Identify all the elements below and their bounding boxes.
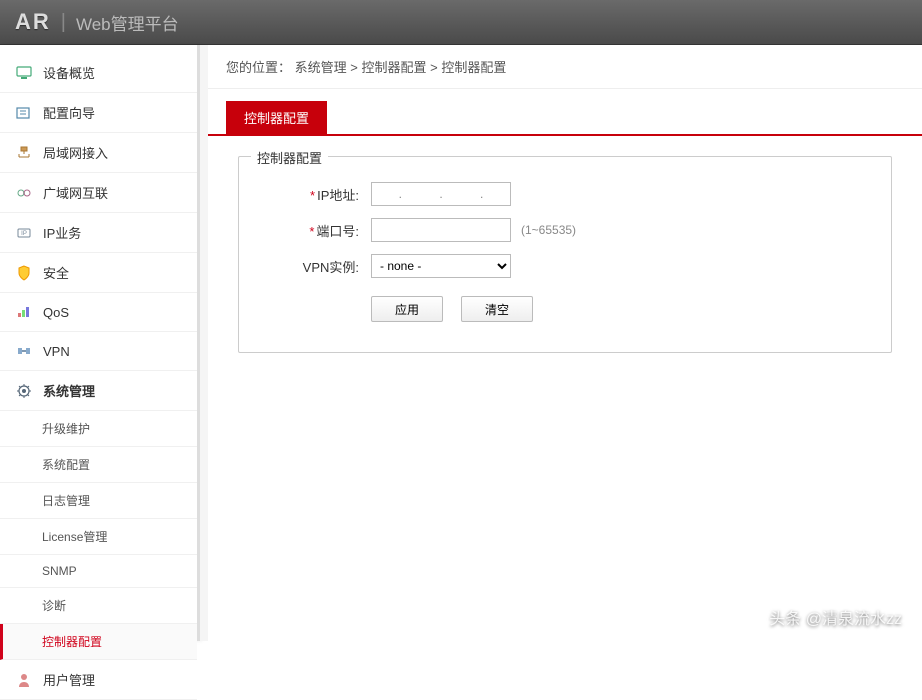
apply-button[interactable]: 应用 (371, 296, 443, 322)
watermark: 头条 @清泉流水zz (769, 605, 902, 629)
breadcrumb-link[interactable]: 控制器配置 (362, 60, 427, 75)
sidebar-item-label: 系统管理 (43, 381, 95, 400)
sidebar-item-label: 设备概览 (43, 63, 95, 82)
device-icon (15, 64, 33, 82)
wan-icon (15, 184, 33, 202)
sub-item-diagnosis[interactable]: 诊断 (0, 588, 197, 624)
tab-bar: 控制器配置 (208, 89, 922, 136)
port-input[interactable] (371, 218, 511, 242)
sidebar-item-config-wizard[interactable]: 配置向导 (0, 93, 197, 133)
sidebar-divider (200, 45, 208, 641)
sidebar-item-lan[interactable]: 局域网接入 (0, 133, 197, 173)
sub-item-license[interactable]: License管理 (0, 519, 197, 555)
sidebar-item-label: 广域网互联 (43, 183, 108, 202)
header: AR | Web管理平台 (0, 0, 922, 45)
tab-controller-config[interactable]: 控制器配置 (226, 101, 327, 134)
wizard-icon (15, 104, 33, 122)
ip-icon: IP (15, 224, 33, 242)
vpn-select[interactable]: - none - (371, 254, 511, 278)
sub-item-controller-config[interactable]: 控制器配置 (0, 624, 197, 660)
sub-item-system-config[interactable]: 系统配置 (0, 447, 197, 483)
sidebar-item-device-overview[interactable]: 设备概览 (0, 53, 197, 93)
sidebar-item-wan[interactable]: 广域网互联 (0, 173, 197, 213)
user-icon (15, 671, 33, 689)
sidebar-item-label: IP业务 (43, 223, 81, 242)
lan-icon (15, 144, 33, 162)
sub-item-snmp[interactable]: SNMP (0, 555, 197, 588)
clear-button[interactable]: 清空 (461, 296, 533, 322)
logo: AR (15, 9, 51, 35)
required-mark: * (309, 224, 314, 239)
sidebar-item-label: 用户管理 (43, 670, 95, 689)
sidebar-item-label: VPN (43, 344, 70, 359)
ip-label: *IP地址: (269, 185, 359, 204)
content-area: 您的位置： 系统管理 > 控制器配置 > 控制器配置 控制器配置 控制器配置 *… (208, 45, 922, 641)
breadcrumb-current: 控制器配置 (441, 60, 506, 75)
sidebar-item-label: 局域网接入 (43, 143, 108, 162)
port-hint: (1~65535) (521, 223, 576, 237)
port-label: *端口号: (269, 221, 359, 240)
sidebar: 设备概览 配置向导 局域网接入 广域网互联 IP IP业务 (0, 45, 200, 641)
header-title: Web管理平台 (76, 10, 179, 35)
sidebar-item-label: 安全 (43, 263, 69, 282)
svg-text:IP: IP (21, 231, 27, 237)
breadcrumb-link[interactable]: 系统管理 (295, 60, 347, 75)
sidebar-item-label: 配置向导 (43, 103, 95, 122)
vpn-label: VPN实例: (269, 257, 359, 276)
sidebar-item-user-management[interactable]: 用户管理 (0, 660, 197, 700)
sidebar-item-security[interactable]: 安全 (0, 253, 197, 293)
sidebar-item-label: QoS (43, 305, 69, 320)
shield-icon (15, 264, 33, 282)
breadcrumb: 您的位置： 系统管理 > 控制器配置 > 控制器配置 (208, 45, 922, 89)
system-icon (15, 382, 33, 400)
sidebar-item-vpn[interactable]: VPN (0, 332, 197, 371)
sidebar-item-system-management[interactable]: 系统管理 (0, 371, 197, 411)
sidebar-item-ip-service[interactable]: IP IP业务 (0, 213, 197, 253)
required-mark: * (310, 188, 315, 203)
sub-item-upgrade[interactable]: 升级维护 (0, 411, 197, 447)
controller-config-fieldset: 控制器配置 *IP地址: ... *端口号: (1~65535) (238, 156, 892, 353)
sub-item-log[interactable]: 日志管理 (0, 483, 197, 519)
fieldset-legend: 控制器配置 (251, 148, 328, 167)
ip-input[interactable]: ... (371, 182, 511, 206)
logo-separator: | (61, 11, 66, 34)
qos-icon (15, 303, 33, 321)
sidebar-item-qos[interactable]: QoS (0, 293, 197, 332)
vpn-icon (15, 342, 33, 360)
